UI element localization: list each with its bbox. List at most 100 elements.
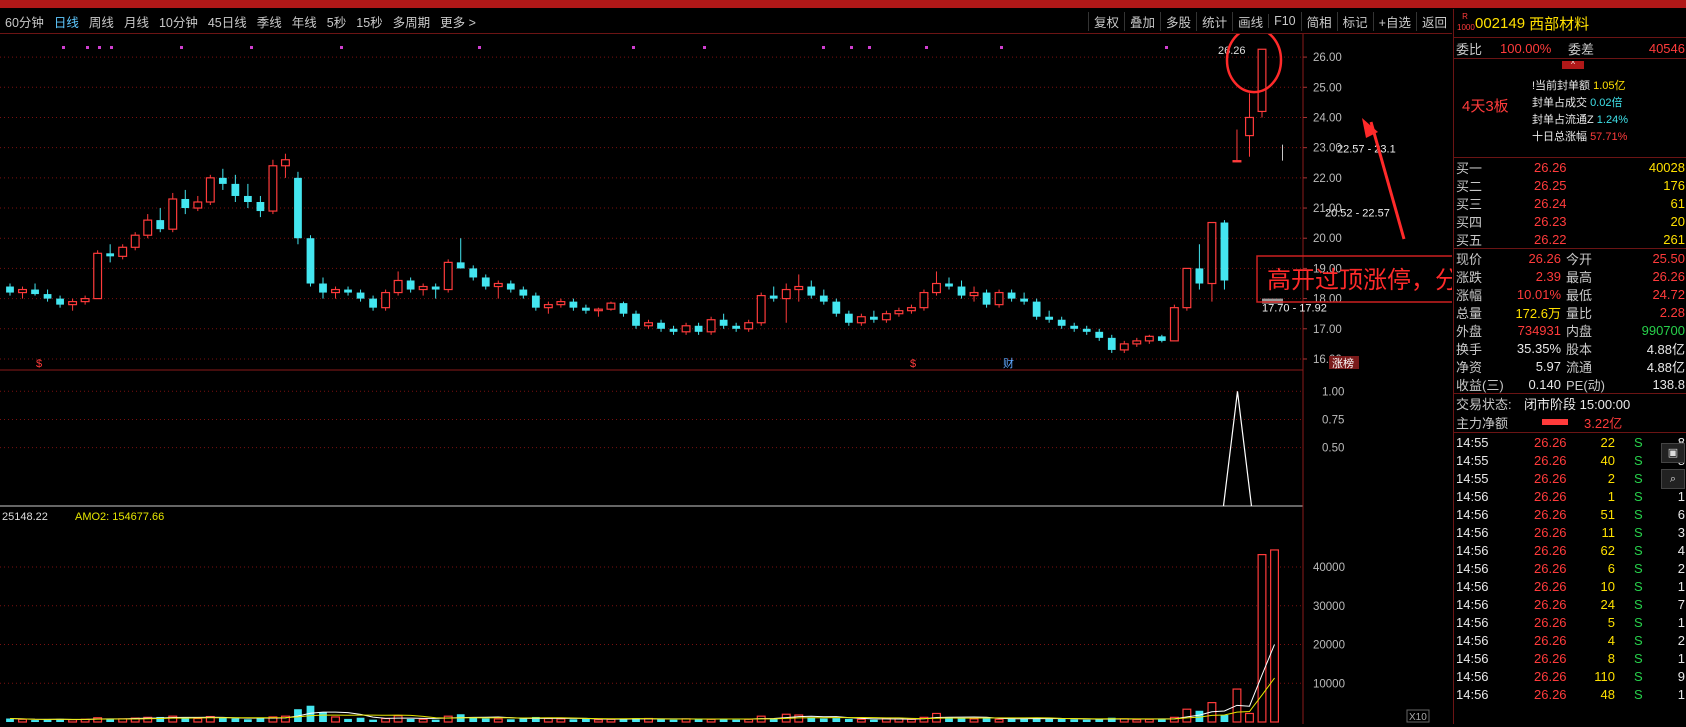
volume-tick-label: 10000 <box>1313 678 1345 690</box>
book-row[interactable]: 买三 26.24 61 <box>1454 194 1686 212</box>
stock-code[interactable]: 002149 <box>1475 15 1525 32</box>
tick-list[interactable]: 14:5526.2622S814:5526.2640S814:5526.262S… <box>1454 432 1686 703</box>
volume-tick-label: 20000 <box>1313 640 1345 652</box>
tick-row[interactable]: 14:56 26.26 8 S 1 <box>1454 649 1686 667</box>
overlay-button[interactable]: 叠加 <box>1124 11 1160 31</box>
candle-body-down <box>945 283 953 287</box>
multi-stock-button[interactable]: 多股 <box>1160 11 1196 31</box>
book-row[interactable]: 买五 26.22 261 <box>1454 230 1686 248</box>
chart-area[interactable]: 22.57 - 23.1 20.52 - 22.57 17.70 - 17.92 2… <box>0 26 1558 724</box>
candle-body-down <box>406 280 415 290</box>
tick-volume: 4 <box>1607 632 1615 648</box>
stock-name[interactable]: 西部材料 <box>1529 13 1589 34</box>
tick-row[interactable]: 14:56 26.26 10 S 1 <box>1454 577 1686 595</box>
period-daily[interactable]: 日线 <box>49 12 84 31</box>
tick-row[interactable]: 14:56 26.26 62 S 4 <box>1454 541 1686 559</box>
quote-value-right: 990700 <box>1641 322 1685 338</box>
order-book: 买一 26.26 40028 买二 26.25 176 买三 26.24 61 买四 26.23 20… <box>1454 157 1686 248</box>
tick-row[interactable]: 14:56 26.26 5 S 1 <box>1454 613 1686 631</box>
book-volume: 61 <box>1670 195 1685 211</box>
tick-row[interactable]: 14:56 26.26 11 S 3 <box>1454 523 1686 541</box>
tick-row[interactable]: 14:56 26.26 1 S 1 <box>1454 487 1686 505</box>
volume-bar-down <box>319 712 327 722</box>
candle-body-up <box>1119 343 1129 351</box>
kline-chart-svg[interactable]: 22.57 - 23.120.52 - 22.5717.70 - 17.92 2… <box>0 26 1558 724</box>
period-60min[interactable]: 60分钟 <box>0 12 49 31</box>
tick-volume: 1 <box>1607 488 1615 504</box>
candle-body-up <box>756 294 766 324</box>
volume-bar-down <box>982 718 991 722</box>
quote-row: 涨幅 10.01% 最低 24.72 <box>1454 285 1686 303</box>
candle-body-down <box>957 286 966 296</box>
book-row[interactable]: 买四 26.23 20 <box>1454 212 1686 230</box>
adjust-button[interactable]: 复权 <box>1088 11 1124 31</box>
quote-value-left: 26.26 <box>1528 250 1561 266</box>
tick-row[interactable]: 14:56 26.26 48 S 1 <box>1454 685 1686 703</box>
quote-row: 现价 26.26 今开 25.50 <box>1454 249 1686 267</box>
tick-row[interactable]: 14:5526.2640S8 <box>1454 451 1686 469</box>
collapse-icon[interactable]: ^ <box>1562 61 1584 69</box>
tick-side: S <box>1634 434 1643 450</box>
period-45day[interactable]: 45日线 <box>203 12 252 31</box>
price-tick-label: 18.00 <box>1313 294 1342 306</box>
tick-row[interactable]: 14:56 26.26 6 S 2 <box>1454 559 1686 577</box>
book-row[interactable]: 买二 26.25 176 <box>1454 176 1686 194</box>
period-10min[interactable]: 10分钟 <box>154 12 203 31</box>
period-15sec[interactable]: 15秒 <box>351 12 387 31</box>
stats-button[interactable]: 统计 <box>1196 11 1232 31</box>
mark-button[interactable]: 标记 <box>1336 11 1373 31</box>
draw-line-button[interactable]: 画线 <box>1232 11 1268 31</box>
f10-button[interactable]: F10 <box>1268 14 1301 28</box>
period-weekly[interactable]: 周线 <box>84 12 119 31</box>
candle-body-up <box>894 310 904 315</box>
tick-count: 9 <box>1677 668 1685 684</box>
volume-bar-down <box>957 718 966 722</box>
quote-value-right: 25.50 <box>1652 250 1685 266</box>
annotation-text: 高开过顶涨停，分歧转一致 <box>1267 267 1452 294</box>
candle-body-down <box>582 307 590 311</box>
tick-count: 2 <box>1677 632 1685 648</box>
event-dot <box>86 46 89 49</box>
candle-body-down <box>506 283 515 290</box>
candle-body-down <box>531 295 540 308</box>
add-watchlist-button[interactable]: +自选 <box>1372 11 1416 31</box>
candle-body-up <box>193 201 203 209</box>
brief-button[interactable]: 简相 <box>1300 11 1337 31</box>
tick-side: S <box>1634 596 1643 612</box>
volume-unit-label: X10 <box>1409 712 1427 723</box>
candle-body-down <box>807 286 816 296</box>
period-more[interactable]: 更多 > <box>435 12 481 31</box>
candle-body-up <box>906 307 916 312</box>
period-quarterly[interactable]: 季线 <box>252 12 287 31</box>
book-row[interactable]: 买一 26.26 40028 <box>1454 158 1686 176</box>
book-level-label: 买五 <box>1456 232 1483 248</box>
candle-body-down <box>869 316 878 320</box>
tick-row[interactable]: 14:5526.262S1 <box>1454 469 1686 487</box>
candles <box>6 48 1267 353</box>
tick-row[interactable]: 14:56 26.26 110 S 9 <box>1454 667 1686 685</box>
chart-grid <box>0 34 1304 724</box>
seal-gain-value: 57.71% <box>1590 131 1628 143</box>
period-multi[interactable]: 多周期 <box>388 12 436 31</box>
volume-bar-up <box>1144 718 1154 723</box>
candle-body-up <box>606 302 616 310</box>
search-icon[interactable]: ⌕ <box>1661 469 1685 489</box>
weibi-label: 委比 <box>1456 41 1483 57</box>
event-mark: $ <box>910 358 916 370</box>
back-button[interactable]: 返回 <box>1415 11 1452 31</box>
candle-body-up <box>706 319 716 333</box>
tick-side: S <box>1634 614 1643 630</box>
event-mark: 财 <box>1003 356 1014 370</box>
period-5sec[interactable]: 5秒 <box>322 12 351 31</box>
tick-row[interactable]: 14:55 26.26 22 S 8 <box>1454 433 1686 451</box>
period-monthly[interactable]: 月线 <box>119 12 154 31</box>
tick-row[interactable]: 14:56 26.26 4 S 2 <box>1454 631 1686 649</box>
tick-row[interactable]: 14:56 26.26 51 S 6 <box>1454 505 1686 523</box>
period-yearly[interactable]: 年线 <box>287 12 322 31</box>
volume-bar-down <box>669 719 678 722</box>
kline-toggle-icon[interactable]: ▣ <box>1661 443 1685 463</box>
quote-value-right: 24.72 <box>1652 286 1685 302</box>
tick-row[interactable]: 14:56 26.26 24 S 7 <box>1454 595 1686 613</box>
volume-bar-down <box>832 718 841 722</box>
volume-bar-up <box>706 718 716 723</box>
